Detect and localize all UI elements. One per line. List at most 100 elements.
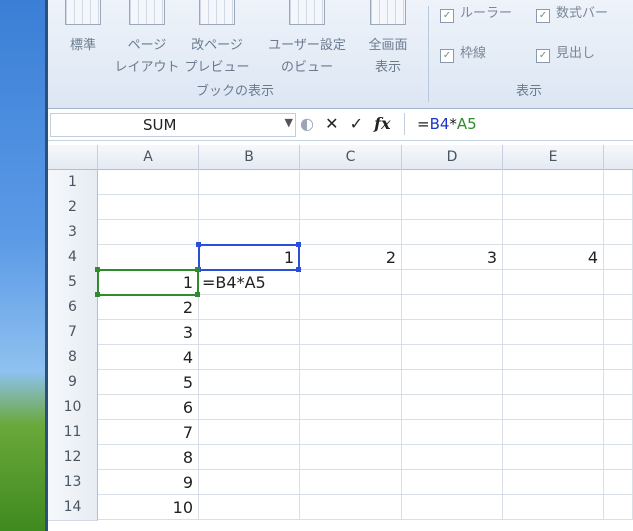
ref-handle[interactable] (296, 267, 301, 272)
chevron-down-icon[interactable]: ▼ (285, 116, 293, 129)
worksheet-grid[interactable]: A B C D E 1 2 3 4 5 1 6 2 7 3 8 4 9 5 10 6 11 7 12 8 13 9 14 10… (48, 145, 633, 531)
cell-b13[interactable] (199, 470, 300, 495)
row-header-4[interactable]: 4 (48, 245, 98, 271)
ref-handle[interactable] (95, 292, 100, 297)
cell-a9[interactable]: 5 (98, 370, 199, 395)
row-header-6[interactable]: 6 (48, 295, 98, 321)
page-layout-button[interactable]: ページ レイアウト (112, 0, 182, 79)
cell-c9[interactable] (300, 370, 402, 395)
cell-f6[interactable] (604, 295, 633, 320)
cell-d7[interactable] (402, 320, 503, 345)
cell-c6[interactable] (300, 295, 402, 320)
row-header-2[interactable]: 2 (48, 195, 98, 221)
cell-d9[interactable] (402, 370, 503, 395)
row-header-8[interactable]: 8 (48, 345, 98, 371)
cell-a14[interactable]: 10 (98, 495, 199, 520)
cell-d12[interactable] (402, 445, 503, 470)
cancel-icon[interactable]: ✕ (325, 114, 338, 133)
cell-c3[interactable] (300, 220, 402, 245)
cell-b12[interactable] (199, 445, 300, 470)
cell-e4[interactable]: 4 (503, 245, 604, 270)
cell-b2[interactable] (199, 195, 300, 220)
cell-c4[interactable]: 2 (300, 245, 402, 270)
headings-checkbox[interactable]: ✓ 見出し (536, 42, 595, 63)
cell-d8[interactable] (402, 345, 503, 370)
cell-e7[interactable] (503, 320, 604, 345)
row-header-12[interactable]: 12 (48, 445, 98, 471)
row-header-11[interactable]: 11 (48, 420, 98, 446)
cell-b9[interactable] (199, 370, 300, 395)
cell-c5[interactable] (300, 270, 402, 295)
row-header-9[interactable]: 9 (48, 370, 98, 396)
name-box[interactable]: SUM ▼ (50, 113, 296, 137)
cell-f2[interactable] (604, 195, 633, 220)
cell-b10[interactable] (199, 395, 300, 420)
cell-a1[interactable] (98, 170, 199, 195)
insert-function-icon[interactable]: fx (374, 114, 390, 133)
col-header-d[interactable]: D (402, 145, 503, 170)
formula-input[interactable]: =B4*A5 (404, 113, 633, 135)
cell-f12[interactable] (604, 445, 633, 470)
cell-e10[interactable] (503, 395, 604, 420)
cell-d5[interactable] (402, 270, 503, 295)
cell-e11[interactable] (503, 420, 604, 445)
cell-c13[interactable] (300, 470, 402, 495)
row-header-3[interactable]: 3 (48, 220, 98, 246)
row-header-5[interactable]: 5 (48, 270, 98, 296)
row-header-1[interactable]: 1 (48, 170, 98, 196)
cell-e2[interactable] (503, 195, 604, 220)
cell-a8[interactable]: 4 (98, 345, 199, 370)
cell-d3[interactable] (402, 220, 503, 245)
enter-icon[interactable]: ✓ (350, 114, 363, 133)
cell-e12[interactable] (503, 445, 604, 470)
cell-d2[interactable] (402, 195, 503, 220)
custom-views-button[interactable]: ユーザー設定 のビュー (262, 0, 352, 79)
cell-c10[interactable] (300, 395, 402, 420)
page-break-preview-button[interactable]: 改ページ プレビュー (182, 0, 252, 79)
cell-f11[interactable] (604, 420, 633, 445)
cell-b5-editing[interactable]: =B4*A5 (199, 270, 300, 295)
col-header-b[interactable]: B (199, 145, 300, 170)
formula-bar-checkbox[interactable]: ✓ 数式バー (536, 2, 608, 23)
cell-a11[interactable]: 7 (98, 420, 199, 445)
cell-a6[interactable]: 2 (98, 295, 199, 320)
cell-d14[interactable] (402, 495, 503, 520)
cell-d6[interactable] (402, 295, 503, 320)
cell-a13[interactable]: 9 (98, 470, 199, 495)
cell-a2[interactable] (98, 195, 199, 220)
ref-handle[interactable] (296, 242, 301, 247)
cell-e9[interactable] (503, 370, 604, 395)
ruler-checkbox[interactable]: ✓ ルーラー (440, 2, 512, 23)
cell-e1[interactable] (503, 170, 604, 195)
cell-c12[interactable] (300, 445, 402, 470)
cell-e8[interactable] (503, 345, 604, 370)
cell-a7[interactable]: 3 (98, 320, 199, 345)
gridlines-checkbox[interactable]: ✓ 枠線 (440, 42, 486, 63)
row-header-10[interactable]: 10 (48, 395, 98, 421)
resize-handle-icon[interactable]: ◐ (300, 114, 314, 133)
row-header-13[interactable]: 13 (48, 470, 98, 496)
ref-handle[interactable] (196, 242, 201, 247)
cell-e13[interactable] (503, 470, 604, 495)
cell-b11[interactable] (199, 420, 300, 445)
cell-e14[interactable] (503, 495, 604, 520)
cell-b14[interactable] (199, 495, 300, 520)
ref-handle[interactable] (95, 267, 100, 272)
cell-a12[interactable]: 8 (98, 445, 199, 470)
normal-view-button[interactable]: 標準 (56, 0, 110, 57)
cell-f9[interactable] (604, 370, 633, 395)
cell-b3[interactable] (199, 220, 300, 245)
cell-b1[interactable] (199, 170, 300, 195)
cell-d10[interactable] (402, 395, 503, 420)
cell-a10[interactable]: 6 (98, 395, 199, 420)
cell-d1[interactable] (402, 170, 503, 195)
cell-f1[interactable] (604, 170, 633, 195)
cell-c1[interactable] (300, 170, 402, 195)
cell-e5[interactable] (503, 270, 604, 295)
cell-f5[interactable] (604, 270, 633, 295)
cell-f13[interactable] (604, 470, 633, 495)
cell-b6[interactable] (199, 295, 300, 320)
cell-d11[interactable] (402, 420, 503, 445)
cell-c7[interactable] (300, 320, 402, 345)
cell-a4[interactable] (98, 245, 199, 270)
